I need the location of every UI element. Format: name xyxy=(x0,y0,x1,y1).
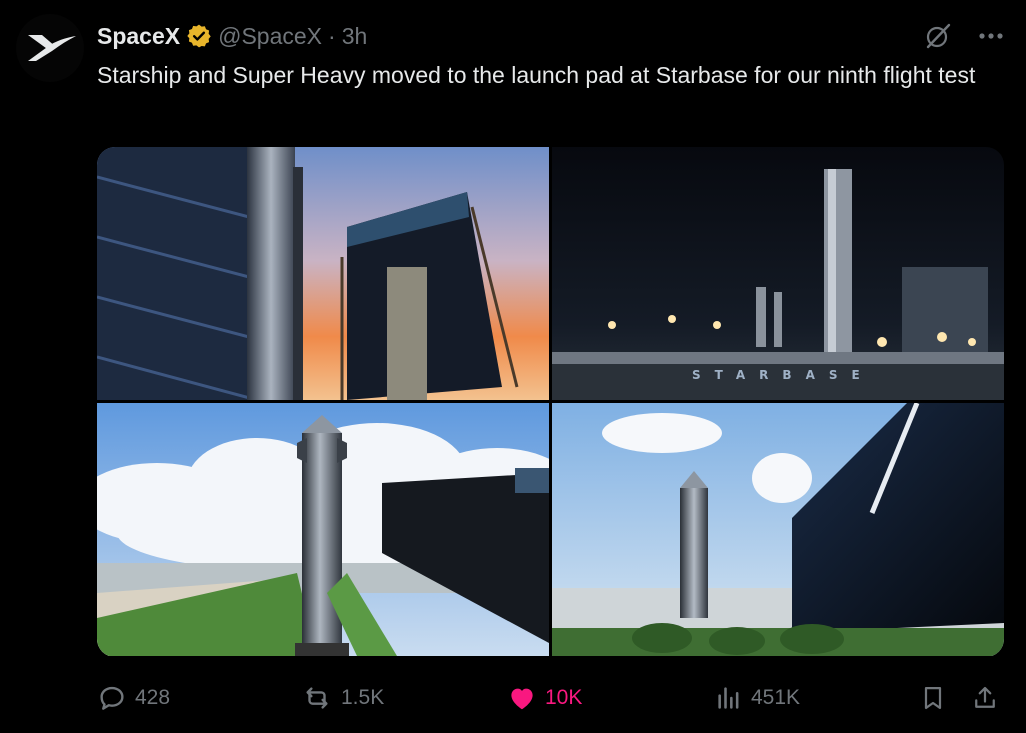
media-grid: STARBASE xyxy=(97,147,1004,657)
media-image-1[interactable] xyxy=(97,147,549,400)
views-icon xyxy=(718,687,739,709)
media-image-3[interactable] xyxy=(97,403,549,656)
share-button[interactable] xyxy=(971,680,999,716)
media-image-4[interactable] xyxy=(552,403,1004,656)
separator-dot: · xyxy=(328,22,336,49)
starbase-sign: STARBASE xyxy=(692,368,874,382)
like-button[interactable]: 10K xyxy=(507,680,582,716)
bookmark-icon xyxy=(924,686,942,710)
verified-badge-icon[interactable] xyxy=(186,23,212,49)
repost-button[interactable]: 1.5K xyxy=(301,680,384,716)
media-image-2[interactable]: STARBASE xyxy=(552,147,1004,400)
like-count: 10K xyxy=(545,686,583,709)
post-header: SpaceX @SpaceX · 3h xyxy=(97,20,367,52)
post-time[interactable]: 3h xyxy=(342,23,368,50)
author-name[interactable]: SpaceX xyxy=(97,23,180,50)
views-button[interactable]: 451K xyxy=(715,680,800,716)
share-icon xyxy=(975,686,995,708)
repost-count: 1.5K xyxy=(341,686,385,709)
reply-count: 428 xyxy=(135,686,171,709)
views-count: 451K xyxy=(751,686,801,709)
bookmark-button[interactable] xyxy=(919,680,947,716)
reply-button[interactable]: 428 xyxy=(97,680,170,716)
avatar[interactable] xyxy=(16,14,84,82)
grok-icon[interactable] xyxy=(924,22,952,50)
spacex-logo xyxy=(28,35,76,61)
repost-icon xyxy=(306,687,328,709)
author-handle[interactable]: @SpaceX xyxy=(218,23,322,50)
more-icon[interactable] xyxy=(978,32,1004,40)
heart-icon xyxy=(511,688,533,710)
post-text: Starship and Super Heavy moved to the la… xyxy=(97,62,976,88)
action-bar: 428 1.5K 10K 451K xyxy=(97,680,1004,716)
reply-icon xyxy=(100,686,124,710)
post-top-icons xyxy=(924,20,1004,52)
